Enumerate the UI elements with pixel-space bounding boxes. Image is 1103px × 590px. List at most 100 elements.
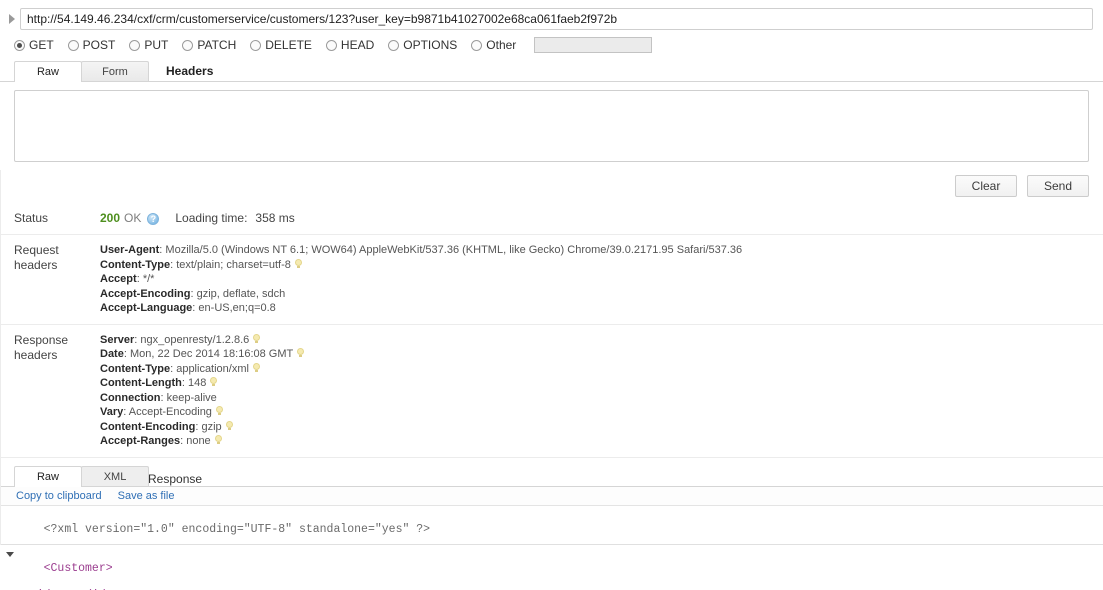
method-radio-post[interactable]: POST: [67, 38, 116, 52]
header-name: Accept-Ranges: [100, 435, 181, 447]
method-label: OPTIONS: [403, 38, 458, 52]
header-item: Content-Type: application/xml: [100, 362, 1103, 377]
header-item: Connection: keep-alive: [100, 391, 217, 404]
method-label: POST: [82, 38, 116, 52]
header-item: Server: ngx_openresty/1.2.8.6: [100, 333, 1103, 348]
hint-bulb-icon[interactable]: [252, 362, 260, 373]
header-value: Mozilla/5.0 (Windows NT 6.1; WOW64) Appl…: [165, 244, 743, 256]
hint-bulb-icon[interactable]: [294, 258, 302, 269]
header-item: Accept-Ranges: none: [100, 434, 1103, 449]
save-as-file-link[interactable]: Save as file: [118, 490, 175, 502]
header-name: Connection: [100, 391, 161, 404]
request-headers-label-line2: headers: [14, 258, 58, 272]
radio-circle-icon: [388, 39, 400, 51]
request-headers-label: Request headers: [14, 243, 86, 316]
method-radio-other[interactable]: Other: [471, 38, 516, 52]
header-item: Accept-Encoding: gzip, deflate, sdch: [100, 287, 286, 300]
status-body: 200 OK ? Loading time: 358 ms: [86, 211, 1103, 226]
xml-tag-open: <id>: [30, 589, 58, 590]
header-name: Server: [100, 333, 135, 346]
tab-form[interactable]: Form: [81, 61, 149, 81]
hint-bulb-icon[interactable]: [210, 377, 218, 387]
loading-time-value: 358 ms: [255, 211, 295, 225]
xml-root-open: <Customer>: [43, 562, 113, 576]
headers-section-title: Headers: [166, 64, 214, 78]
response-headers-label-line1: Response: [14, 332, 69, 347]
xml-declaration: <?xml version="1.0" encoding="UTF-8" sta…: [43, 522, 431, 536]
header-item: Vary: Accept-Encoding: [100, 405, 1103, 420]
header-value: Accept-Encoding: [128, 406, 212, 418]
method-label: HEAD: [340, 38, 375, 52]
header-item: Content-Length: 148: [100, 376, 1103, 391]
method-radio-get[interactable]: GET: [14, 38, 54, 52]
header-item: Accept-Language: en-US,en;q=0.8: [100, 302, 276, 314]
method-label: PATCH: [197, 38, 237, 52]
response-headers-list: Server: ngx_openresty/1.2.8.6 Date: Mon,…: [86, 333, 1103, 449]
response-view-tabs: Raw XML Response: [0, 464, 1103, 487]
clear-button[interactable]: Clear: [955, 175, 1017, 197]
method-label: PUT: [144, 38, 169, 52]
header-name: Content-Length: [100, 377, 182, 389]
request-body-tabs: Raw Form Headers: [0, 59, 1103, 82]
method-radio-patch[interactable]: PATCH: [182, 38, 236, 52]
radio-circle-icon: [129, 39, 141, 51]
response-toolbar: Copy to clipboard Save as file: [0, 486, 1103, 506]
method-radio-put[interactable]: PUT: [129, 38, 168, 52]
hint-bulb-icon[interactable]: [297, 348, 305, 358]
header-name: Accept-Language: [100, 302, 193, 314]
status-text: OK: [124, 211, 142, 225]
header-item: Content-Encoding: gzip: [100, 420, 1103, 435]
header-name: Content-Encoding: [100, 420, 196, 433]
url-input[interactable]: [20, 8, 1093, 30]
radio-circle-icon: [14, 39, 25, 51]
http-method-radio-group: GET POST PUT PATCH DELETE HEAD OPTIONS O…: [0, 34, 1103, 59]
triangle-down-icon[interactable]: [6, 552, 14, 558]
status-row: Status 200 OK ? Loading time: 358 ms: [0, 197, 1103, 235]
status-label: Status: [14, 211, 49, 225]
response-headers-label: Response headers: [14, 333, 86, 449]
status-code: 200: [100, 211, 121, 225]
method-radio-options[interactable]: OPTIONS: [388, 38, 457, 52]
tab-raw[interactable]: Raw: [14, 61, 82, 82]
hint-bulb-icon[interactable]: [215, 406, 223, 416]
headers-editor-wrap: [0, 82, 1103, 165]
tab-response-xml[interactable]: XML: [81, 465, 149, 486]
method-label: DELETE: [265, 38, 312, 52]
header-name: Vary: [100, 406, 124, 418]
response-headers-label-line2: headers: [14, 347, 58, 362]
copy-to-clipboard-link[interactable]: Copy to clipboard: [16, 490, 102, 502]
hint-bulb-icon[interactable]: [214, 435, 222, 445]
response-body-xml[interactable]: <?xml version="1.0" encoding="UTF-8" sta…: [0, 505, 1103, 590]
header-name: Content-Type: [100, 362, 171, 375]
header-value: Mon, 22 Dec 2014 18:16:08 GMT: [129, 348, 294, 360]
xml-element-line: <id>123</id>: [6, 589, 1103, 590]
header-name: User-Agent: [100, 244, 160, 256]
header-name: Accept-Encoding: [100, 287, 191, 300]
response-section-title: Response: [148, 471, 203, 486]
header-value: en-US,en;q=0.8: [198, 302, 276, 314]
hint-bulb-icon[interactable]: [253, 333, 261, 344]
header-value: none: [186, 435, 211, 447]
method-label: Other: [486, 38, 517, 52]
custom-method-input[interactable]: [534, 37, 653, 53]
header-value: 148: [188, 377, 207, 389]
hint-bulb-icon[interactable]: [225, 420, 233, 431]
header-value: gzip: [201, 420, 222, 433]
header-name: Date: [100, 348, 124, 360]
request-headers-row: Request headers User-Agent: Mozilla/5.0 …: [0, 235, 1103, 325]
radio-circle-icon: [250, 39, 262, 51]
request-headers-label-line1: Request: [14, 243, 59, 257]
radio-circle-icon: [67, 39, 79, 51]
tab-response-raw[interactable]: Raw: [14, 465, 82, 487]
header-name: Content-Type: [100, 258, 171, 271]
headers-textarea[interactable]: [14, 90, 1089, 162]
question-mark-icon[interactable]: ?: [147, 212, 160, 225]
method-radio-head[interactable]: HEAD: [325, 38, 375, 52]
header-name: Accept: [100, 273, 137, 285]
method-radio-delete[interactable]: DELETE: [250, 38, 312, 52]
request-headers-list: User-Agent: Mozilla/5.0 (Windows NT 6.1;…: [86, 243, 1103, 316]
xml-root-open-line: <Customer>: [6, 549, 1103, 589]
header-value: gzip, deflate, sdch: [196, 287, 286, 300]
triangle-right-icon[interactable]: [4, 11, 20, 27]
send-button[interactable]: Send: [1027, 175, 1089, 197]
